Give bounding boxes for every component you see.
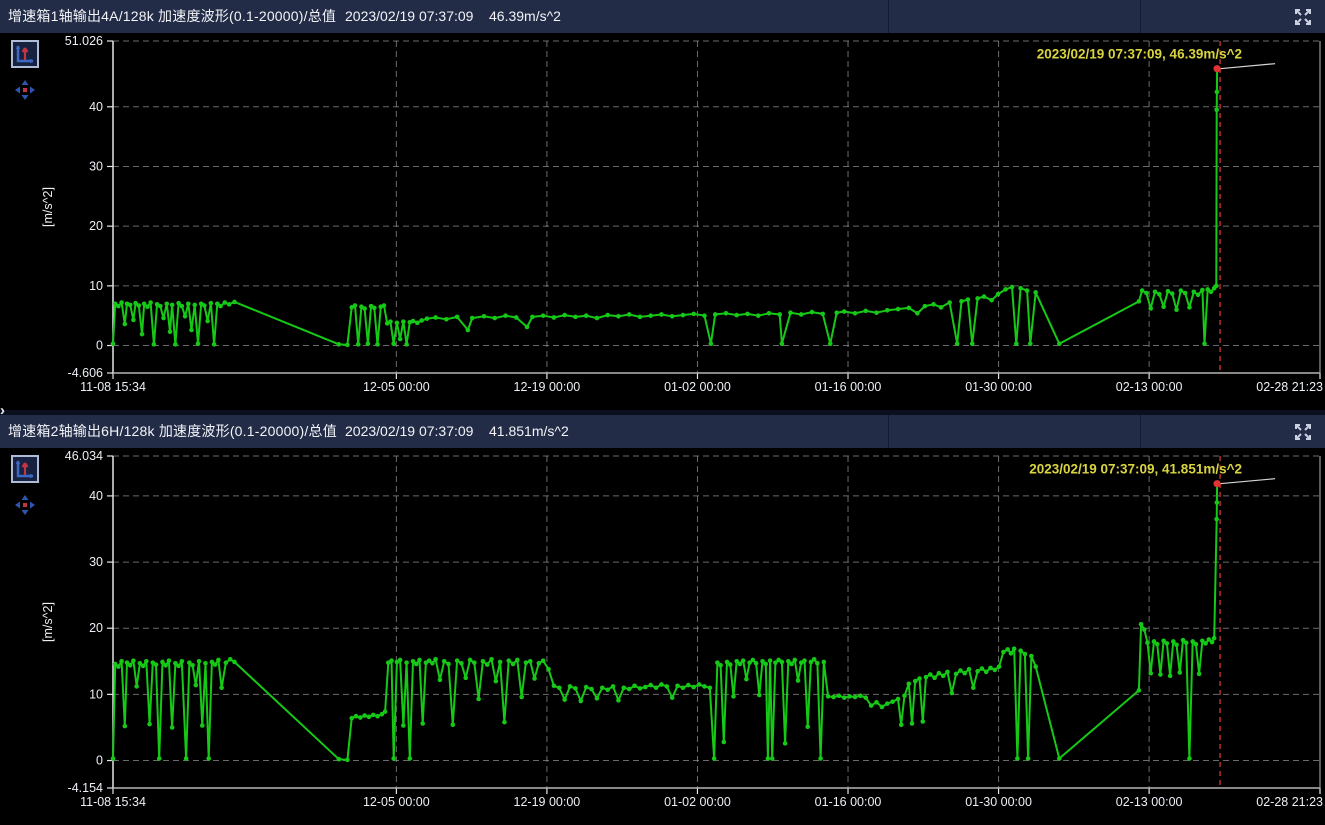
svg-text:02-13 00:00: 02-13 00:00	[1116, 795, 1183, 809]
svg-text:46.034: 46.034	[65, 449, 103, 463]
svg-text:10: 10	[89, 687, 103, 701]
svg-text:01-30 00:00: 01-30 00:00	[965, 795, 1032, 809]
panel-title: 增速箱2轴输出6H/128k 加速度波形(0.1-20000)/总值	[8, 415, 337, 448]
chart-toolbar	[0, 448, 44, 578]
panel-peak-value: 46.39m/s^2	[489, 0, 561, 33]
panel-title: 增速箱1轴输出4A/128k 加速度波形(0.1-20000)/总值	[8, 0, 336, 33]
y-autoscale-icon[interactable]	[11, 40, 39, 68]
svg-text:51.026: 51.026	[65, 34, 103, 48]
pan-move-icon[interactable]	[14, 494, 36, 516]
svg-text:[m/s^2]: [m/s^2]	[41, 602, 55, 642]
svg-text:01-30 00:00: 01-30 00:00	[965, 380, 1032, 394]
chart-toolbar	[0, 33, 44, 163]
svg-text:12-05 00:00: 12-05 00:00	[363, 795, 430, 809]
svg-text:20: 20	[89, 621, 103, 635]
chart-canvas-1[interactable]: 0 10 20 30 40 51.026 -4.60611-08 15:34 12-05 00…	[0, 33, 1325, 410]
chart-panel-1: 增速箱1轴输出4A/128k 加速度波形(0.1-20000)/总值 2023/…	[0, 0, 1325, 410]
svg-text:11-08 15:34: 11-08 15:34	[80, 380, 146, 394]
titlebar-divider	[888, 0, 889, 33]
svg-text:02-28 21:23: 02-28 21:23	[1256, 380, 1323, 394]
y-autoscale-icon[interactable]	[11, 455, 39, 483]
svg-text:40: 40	[89, 100, 103, 114]
svg-text:30: 30	[89, 159, 103, 173]
svg-text:01-02 00:00: 01-02 00:00	[664, 380, 731, 394]
chart-area-1: 0 10 20 30 40 51.026 -4.60611-08 15:34 12-05 00…	[0, 33, 1325, 410]
panel-timestamp: 2023/02/19 07:37:09	[345, 0, 473, 33]
panel-peak-value: 41.851m/s^2	[489, 415, 569, 448]
svg-text:-4.606: -4.606	[68, 366, 103, 380]
svg-text:02-28 21:23: 02-28 21:23	[1256, 795, 1323, 809]
svg-text:30: 30	[89, 555, 103, 569]
svg-text:12-19 00:00: 12-19 00:00	[514, 380, 581, 394]
svg-text:02-13 00:00: 02-13 00:00	[1116, 380, 1183, 394]
svg-text:01-16 00:00: 01-16 00:00	[815, 380, 882, 394]
sidebar-collapse-chevron[interactable]: ›	[0, 401, 14, 421]
panel-timestamp: 2023/02/19 07:37:09	[345, 415, 473, 448]
vibration-monitor-app: 增速箱1轴输出4A/128k 加速度波形(0.1-20000)/总值 2023/…	[0, 0, 1325, 825]
svg-text:20: 20	[89, 219, 103, 233]
expand-icon[interactable]	[1291, 5, 1315, 29]
svg-text:01-02 00:00: 01-02 00:00	[664, 795, 731, 809]
svg-text:12-05 00:00: 12-05 00:00	[363, 380, 430, 394]
titlebar-divider	[1140, 415, 1141, 448]
svg-text:40: 40	[89, 489, 103, 503]
svg-text:10: 10	[89, 279, 103, 293]
svg-text:0: 0	[96, 754, 103, 768]
titlebar-divider	[1140, 0, 1141, 33]
svg-text:0: 0	[96, 339, 103, 353]
chart-canvas-2[interactable]: 0 10 20 30 40 46.034 -4.15411-08 15:34 12-05 00…	[0, 448, 1325, 825]
expand-icon[interactable]	[1291, 420, 1315, 444]
svg-text:[m/s^2]: [m/s^2]	[41, 187, 55, 227]
chart-panel-2: 增速箱2轴输出6H/128k 加速度波形(0.1-20000)/总值 2023/…	[0, 415, 1325, 825]
panel-1-titlebar: 增速箱1轴输出4A/128k 加速度波形(0.1-20000)/总值 2023/…	[0, 0, 1325, 33]
svg-text:01-16 00:00: 01-16 00:00	[815, 795, 882, 809]
svg-text:-4.154: -4.154	[68, 781, 103, 795]
titlebar-divider	[888, 415, 889, 448]
chart-area-2: 0 10 20 30 40 46.034 -4.15411-08 15:34 12-05 00…	[0, 448, 1325, 825]
panel-2-titlebar: 增速箱2轴输出6H/128k 加速度波形(0.1-20000)/总值 2023/…	[0, 415, 1325, 448]
svg-text:12-19 00:00: 12-19 00:00	[514, 795, 581, 809]
svg-text:2023/02/19 07:37:09, 46.39m/s^: 2023/02/19 07:37:09, 46.39m/s^2	[1037, 47, 1242, 62]
pan-move-icon[interactable]	[14, 79, 36, 101]
svg-text:11-08 15:34: 11-08 15:34	[80, 795, 146, 809]
svg-text:2023/02/19 07:37:09, 41.851m/s: 2023/02/19 07:37:09, 41.851m/s^2	[1029, 462, 1242, 477]
